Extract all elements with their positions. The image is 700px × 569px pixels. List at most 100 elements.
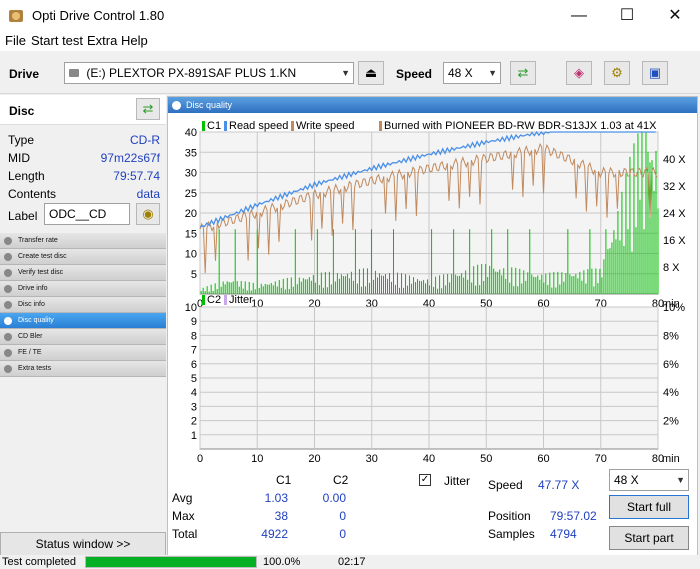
erase-button[interactable]: ◈ (566, 61, 592, 85)
nav-label: Extra tests (18, 365, 52, 372)
stats-max-c2: 0 (339, 509, 346, 523)
nav-drive-info[interactable]: Drive info (0, 281, 166, 297)
y-tick-label: 9 (191, 316, 197, 328)
eraser-icon: ◈ (574, 65, 584, 80)
disc-label-apply-button[interactable]: ◉ (136, 203, 160, 225)
disc-icon (4, 301, 12, 309)
stats-total-c1: 4922 (261, 527, 288, 541)
position-value: 79:57.02 (550, 509, 597, 523)
nav-disc-info[interactable]: Disc info (0, 297, 166, 313)
disc-icon (4, 317, 12, 325)
drive-select[interactable]: (E:) PLEXTOR PX-891SAF PLUS 1.KN ▼ (64, 62, 354, 84)
status-text: Test completed (2, 556, 76, 568)
x-tick-label: 10 (251, 453, 263, 465)
legend-write-swatch (291, 121, 294, 131)
refresh-speed-button[interactable]: ⇄ (510, 61, 536, 85)
jitter-y-ticks: 2% 4% 6% 8% 10% (663, 302, 685, 428)
y-tick-label: 10 (185, 302, 197, 314)
disc-icon (4, 269, 12, 277)
maximize-button[interactable]: ☐ (604, 0, 650, 31)
legend-burned-swatch (379, 121, 382, 131)
app-icon (9, 10, 23, 22)
speed-select[interactable]: 48 X ▼ (443, 62, 501, 84)
y-tick-label: 5 (191, 269, 197, 281)
y-tick-label: 2 (191, 416, 197, 428)
nav-transfer-rate[interactable]: Transfer rate (0, 233, 166, 249)
menu-extra[interactable]: Extra (87, 33, 117, 48)
nav-cd-bler[interactable]: CD Bler (0, 329, 166, 345)
x-tick-label: 0 (197, 453, 203, 465)
disc-icon (4, 365, 12, 373)
speed-tick-label: 16 X (663, 235, 686, 247)
disc-header-title: Disc (9, 104, 35, 118)
nav-label: Disc quality (18, 317, 54, 324)
nav-create-test-disc[interactable]: Create test disc (0, 249, 166, 265)
nav-extra-tests[interactable]: Extra tests (0, 361, 166, 377)
disc-type-label: Type (8, 133, 35, 147)
y-tick-label: 4 (191, 387, 197, 399)
start-part-button[interactable]: Start part (609, 526, 689, 550)
y-tick-label: 35 (185, 147, 197, 159)
jitter-checkbox[interactable]: ✓ (419, 474, 431, 486)
menu-help[interactable]: Help (121, 33, 148, 48)
speed-tick-label: 32 X (663, 181, 686, 193)
close-button[interactable]: ✕ (652, 0, 698, 31)
speed-stat-label: Speed (488, 478, 523, 492)
nav-fe-te[interactable]: FE / TE (0, 345, 166, 361)
legend-read-speed: Read speed (229, 120, 288, 132)
eject-button[interactable]: ⏏ (358, 61, 384, 85)
legend-c2: C2 (207, 294, 221, 306)
speed-stat-value: 47.77 X (538, 478, 580, 492)
title-bar: Opti Drive Control 1.80 — ☐ ✕ (0, 0, 700, 31)
disc-icon (4, 333, 12, 341)
minimize-button[interactable]: — (556, 0, 602, 31)
jitter-tick-label: 4% (663, 387, 679, 399)
nav-label: Drive info (18, 285, 48, 292)
disc-header: Disc ⇄ (0, 95, 166, 125)
y-tick-label: 20 (185, 208, 197, 220)
legend-c1-swatch (202, 121, 205, 131)
disc-contents-value: data (136, 187, 160, 201)
progress-fill (86, 557, 256, 567)
y-tick-label: 3 (191, 401, 197, 413)
legend-jitter: Jitter (229, 294, 253, 306)
progress-bar (85, 556, 257, 568)
menu-bar: File Start test Extra Help (0, 31, 700, 51)
stats-total-c2: 0 (339, 527, 346, 541)
drive-label: Drive (9, 67, 40, 81)
disc-label-value: ODC__CD (49, 207, 107, 221)
y-tick-label: 25 (185, 188, 197, 200)
nav-verify-test-disc[interactable]: Verify test disc (0, 265, 166, 281)
disc-contents-label: Contents (8, 187, 57, 201)
menu-file[interactable]: File (5, 33, 26, 48)
disc-refresh-button[interactable]: ⇄ (136, 98, 160, 120)
y-tick-label: 30 (185, 168, 197, 180)
nav-label: Verify test disc (18, 269, 64, 276)
eject-icon: ⏏ (364, 65, 378, 80)
status-window-button[interactable]: Status window >> (0, 532, 166, 556)
stats-avg-c2: 0.00 (322, 491, 346, 505)
drive-icon (69, 69, 79, 77)
legend-read-swatch (224, 121, 227, 131)
drive-toolbar: Drive (E:) PLEXTOR PX-891SAF PLUS 1.KN ▼… (0, 52, 700, 94)
legend-write-speed: Write speed (296, 120, 355, 132)
start-full-button[interactable]: Start full (609, 495, 689, 519)
save-button[interactable]: ▣ (642, 61, 668, 85)
legend-c2-swatch (202, 295, 205, 305)
y-tick-label: 8 (191, 330, 197, 342)
stats-col-c1: C1 (276, 473, 292, 487)
x-tick-label: 60 (537, 453, 549, 465)
speed-tick-label: 40 X (663, 154, 686, 166)
c2-y-ticks: 1 2 3 4 5 6 7 8 9 10 (185, 302, 197, 442)
legend-burned-with: Burned with PIONEER BD-RW BDR-S13JX 1.03… (384, 120, 657, 132)
disc-label-input[interactable]: ODC__CD (44, 203, 130, 225)
nav-label: Transfer rate (18, 237, 58, 244)
nav-disc-quality[interactable]: Disc quality (0, 313, 166, 329)
menu-start-test[interactable]: Start test (31, 33, 83, 48)
left-pane: Disc ⇄ Type CD-R MID 97m22s67f Length 79… (0, 95, 166, 558)
speed-select-value: 48 X (448, 66, 473, 80)
settings-button[interactable]: ⚙ (604, 61, 630, 85)
window-title: Opti Drive Control 1.80 (32, 8, 165, 23)
test-speed-select[interactable]: 48 X ▼ (609, 469, 689, 491)
disc-length-label: Length (8, 169, 45, 183)
